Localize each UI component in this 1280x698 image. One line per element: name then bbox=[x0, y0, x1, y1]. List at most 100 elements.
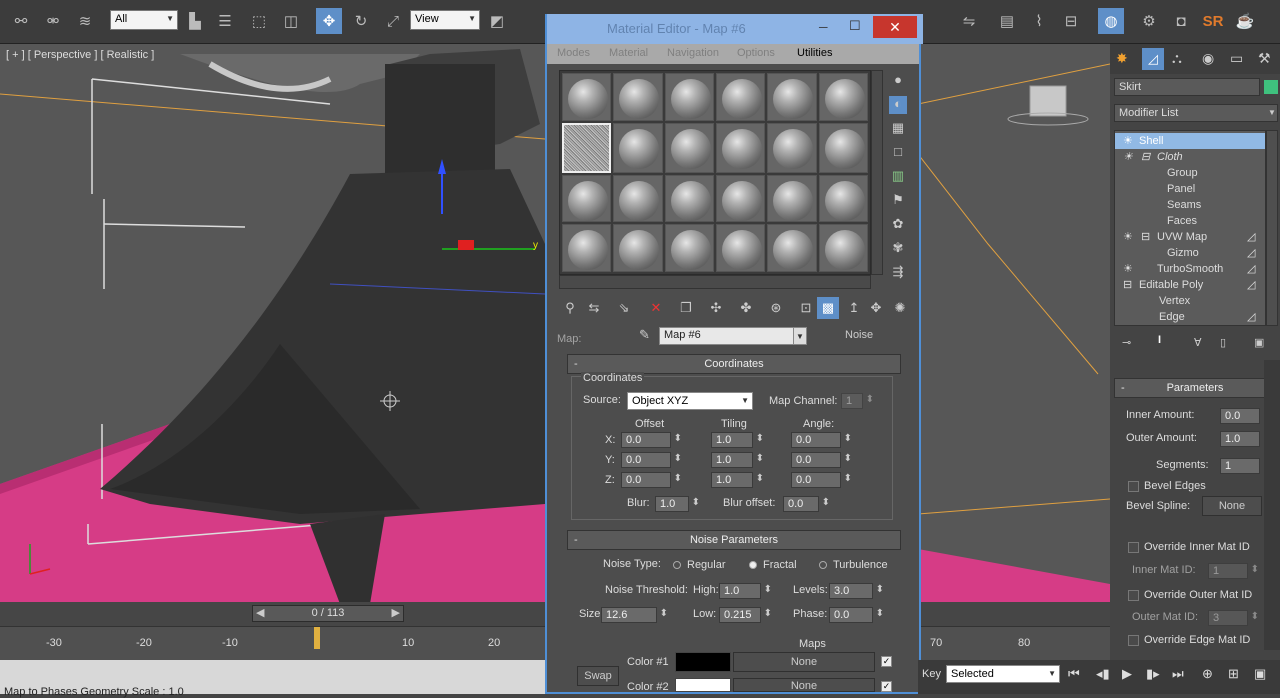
segments-spinner[interactable]: 1 bbox=[1220, 458, 1271, 474]
get-material-icon[interactable]: ⚲ bbox=[559, 297, 581, 319]
sample-type-icon[interactable]: ● bbox=[889, 72, 907, 90]
hierarchy-tab-icon[interactable]: ⛬ bbox=[1172, 50, 1182, 67]
object-name-field[interactable]: Skirt bbox=[1114, 78, 1260, 96]
stack-item-editable-poly[interactable]: ⊟ Editable Poly ◿ bbox=[1115, 277, 1265, 293]
play-icon[interactable]: ▶ bbox=[1122, 666, 1132, 682]
options-icon[interactable]: ✿ bbox=[889, 216, 907, 234]
material-id-icon[interactable]: ⊛ bbox=[765, 297, 787, 319]
angle-x-spinner[interactable]: 0.0 bbox=[791, 432, 852, 448]
collapse-icon[interactable]: - bbox=[1121, 379, 1125, 397]
bevel-spline-button[interactable]: None bbox=[1202, 496, 1262, 516]
scale-icon[interactable]: ⤢ bbox=[380, 8, 406, 34]
stack-item-gizmo[interactable]: Gizmo ◿ bbox=[1115, 245, 1265, 261]
uv-tiling-icon[interactable]: □ bbox=[889, 144, 907, 162]
stack-item-shell[interactable]: ☀ Shell bbox=[1115, 133, 1265, 149]
material-editor-titlebar[interactable]: Material Editor - Map #6 ─ ☐ ✕ bbox=[547, 14, 923, 44]
coordinates-rollout-header[interactable]: - Coordinates bbox=[567, 354, 901, 374]
minimize-icon[interactable]: ─ bbox=[819, 20, 828, 34]
object-color-swatch[interactable] bbox=[1264, 80, 1278, 94]
assign-to-selection-icon[interactable]: ⇘ bbox=[613, 297, 635, 319]
color1-map-button[interactable]: None bbox=[733, 652, 875, 672]
sample-slot[interactable] bbox=[715, 122, 766, 173]
rect-selection-icon[interactable]: ⬚ bbox=[246, 8, 272, 34]
sample-slot[interactable] bbox=[613, 224, 663, 272]
pin-icon[interactable]: ◿ bbox=[1247, 229, 1255, 245]
override-edge-matid-checkbox[interactable] bbox=[1128, 635, 1139, 646]
map-channel-spinner[interactable]: 1 bbox=[841, 393, 874, 409]
sample-slot[interactable] bbox=[715, 174, 766, 223]
expand-icon[interactable]: ⊟ bbox=[1141, 149, 1150, 165]
modifier-stack-scrollbar[interactable] bbox=[1266, 130, 1278, 326]
sample-slot[interactable] bbox=[715, 224, 766, 272]
copy-material-icon[interactable]: ❐ bbox=[675, 297, 697, 319]
size-spinner[interactable]: 12.6 bbox=[601, 607, 668, 623]
blur-spinner[interactable]: 1.0 bbox=[655, 496, 700, 512]
background-icon[interactable]: ▦ bbox=[889, 120, 907, 138]
angle-y-spinner[interactable]: 0.0 bbox=[791, 452, 852, 468]
parameters-rollout-header[interactable]: - Parameters bbox=[1114, 378, 1276, 398]
select-by-material-icon[interactable]: ✾ bbox=[889, 240, 907, 258]
stack-item-faces[interactable]: Faces bbox=[1115, 213, 1265, 229]
create-tab-icon[interactable]: ✸ bbox=[1116, 50, 1128, 67]
render-setup-icon[interactable]: ⚙ bbox=[1136, 8, 1162, 34]
right-viewport[interactable] bbox=[918, 44, 1110, 602]
stack-item-panel[interactable]: Panel bbox=[1115, 181, 1265, 197]
move-icon[interactable]: ✥ bbox=[316, 8, 342, 34]
pin-icon[interactable]: ◿ bbox=[1247, 261, 1255, 277]
show-end-result-icon[interactable]: I bbox=[1158, 334, 1161, 346]
timeline-ruler-right[interactable]: 70 80 bbox=[918, 626, 1110, 662]
slots-vscrollbar[interactable] bbox=[871, 70, 883, 275]
render-production-icon[interactable]: ☕ bbox=[1232, 8, 1258, 34]
bulb-icon[interactable]: ☀ bbox=[1123, 261, 1133, 277]
reference-coord-select[interactable]: View bbox=[410, 10, 480, 30]
color2-map-button[interactable]: None bbox=[733, 678, 875, 692]
stack-item-uvw-map[interactable]: ☀ ⊟ UVW Map ◿ bbox=[1115, 229, 1265, 245]
pivot-center-icon[interactable]: ◩ bbox=[484, 8, 510, 34]
material-navigator-icon[interactable]: ⇶ bbox=[889, 264, 907, 282]
modifier-list-dropdown-icon[interactable]: ▼ bbox=[1268, 108, 1276, 117]
viewport-label[interactable]: [ + ] [ Perspective ] [ Realistic ] bbox=[6, 49, 154, 61]
noise-turbulence-radio[interactable] bbox=[819, 561, 827, 569]
phase-spinner[interactable]: 0.0 bbox=[829, 607, 884, 623]
expand-icon[interactable]: ⊟ bbox=[1141, 229, 1150, 245]
link-icon[interactable]: ⚯ bbox=[8, 8, 34, 34]
time-prev-icon[interactable]: ◀ bbox=[256, 606, 264, 621]
selection-filter-select[interactable]: All bbox=[110, 10, 178, 30]
time-next-icon[interactable]: ▶ bbox=[392, 606, 400, 621]
sample-slot[interactable] bbox=[562, 174, 612, 223]
maximize-viewport-icon[interactable]: ▣ bbox=[1254, 666, 1266, 682]
map-name-field[interactable]: Map #6 bbox=[659, 327, 799, 345]
override-outer-matid-checkbox[interactable] bbox=[1128, 590, 1139, 601]
menu-modes[interactable]: Modes bbox=[557, 47, 590, 59]
sample-slot[interactable] bbox=[767, 122, 817, 173]
color1-swatch[interactable] bbox=[675, 652, 731, 672]
make-unique-icon[interactable]: ∀ bbox=[1194, 336, 1202, 349]
go-forward-sibling-icon[interactable]: ✥ bbox=[865, 297, 887, 319]
pin-icon[interactable]: ◿ bbox=[1247, 277, 1255, 293]
pick-material-eyedropper-icon[interactable]: ✎ bbox=[639, 327, 650, 343]
offset-y-spinner[interactable]: 0.0 bbox=[621, 452, 682, 468]
sample-slot[interactable] bbox=[562, 224, 612, 272]
schematic-view-icon[interactable]: ⊟ bbox=[1058, 8, 1084, 34]
go-to-start-icon[interactable]: ⏮ bbox=[1068, 666, 1080, 682]
stack-item-cloth[interactable]: ☀ ⊟ Cloth bbox=[1115, 149, 1265, 165]
low-spinner[interactable]: 0.215 bbox=[719, 607, 772, 623]
offset-x-spinner[interactable]: 0.0 bbox=[621, 432, 682, 448]
menu-options[interactable]: Options bbox=[737, 47, 775, 59]
noise-parameters-rollout-header[interactable]: - Noise Parameters bbox=[567, 530, 901, 550]
noise-regular-radio[interactable] bbox=[673, 561, 681, 569]
sample-slot-active-noise[interactable] bbox=[562, 122, 612, 173]
maximize-icon[interactable]: ☐ bbox=[849, 18, 861, 34]
timeline-ruler[interactable]: -30 -20 -10 0 10 20 bbox=[0, 626, 545, 662]
material-map-navigator-icon[interactable]: ✺ bbox=[889, 297, 911, 319]
source-select[interactable]: Object XYZ bbox=[627, 392, 753, 410]
motion-tab-icon[interactable]: ◉ bbox=[1202, 50, 1214, 67]
go-to-parent-icon[interactable]: ↥ bbox=[843, 297, 865, 319]
zoom-all-icon[interactable]: ⊞ bbox=[1228, 666, 1239, 682]
pin-icon[interactable]: ◿ bbox=[1247, 245, 1255, 261]
make-preview-icon[interactable]: ⚑ bbox=[889, 192, 907, 210]
stack-item-edge[interactable]: Edge ◿ bbox=[1115, 309, 1265, 325]
sample-slot[interactable] bbox=[818, 224, 868, 272]
render-label[interactable]: SR bbox=[1200, 8, 1226, 34]
sample-slot[interactable] bbox=[562, 73, 612, 121]
